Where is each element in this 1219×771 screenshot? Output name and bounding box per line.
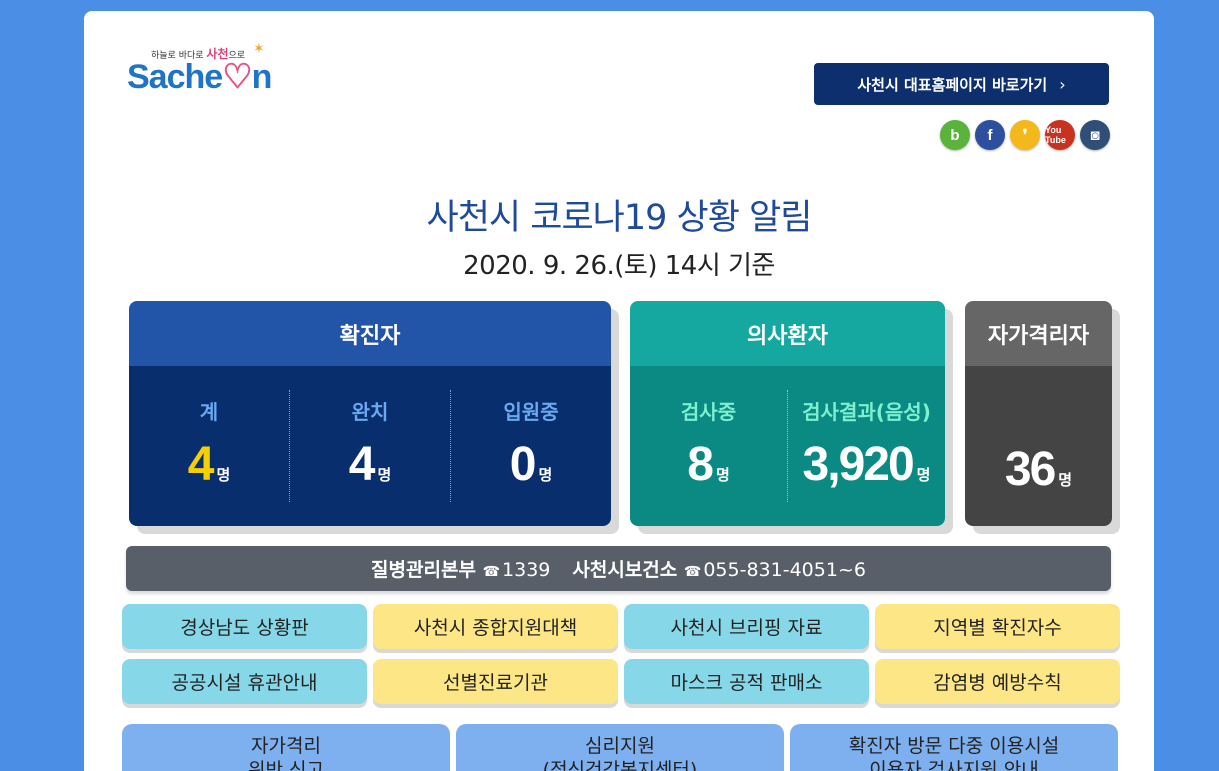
social-links: b f ❜ You Tube ◙: [940, 120, 1110, 150]
link-quarantine-violation-report[interactable]: 자가격리 위반 신고: [122, 724, 450, 771]
kcdc-hotline[interactable]: 질병관리본부 ☎ 1339: [371, 555, 550, 582]
link-facility-closures[interactable]: 공공시설 휴관안내: [122, 659, 367, 704]
kakaostory-icon[interactable]: ❜: [1010, 120, 1040, 150]
self-quarantine-panel: 자가격리자 36 명: [965, 301, 1112, 526]
homepage-link-label: 사천시 대표홈페이지 바로가기: [857, 75, 1048, 94]
stat-recovered: 완치 4명: [289, 390, 450, 502]
phone-icon: ☎: [482, 564, 501, 580]
suspected-panel: 의사환자 검사중 8명 검사결과(음성) 3,920 명: [630, 301, 945, 526]
homepage-link-button[interactable]: 사천시 대표홈페이지 바로가기 ›: [814, 63, 1109, 105]
big-links: 자가격리 위반 신고 심리지원 (정신건강복지센터) 확진자 방문 다중 이용시설 이…: [122, 724, 1119, 771]
self-quarantine-header: 자가격리자: [965, 301, 1112, 366]
stat-value: 4: [187, 438, 215, 491]
stat-hospitalized: 입원중 0명: [450, 390, 611, 502]
facebook-icon[interactable]: f: [975, 120, 1005, 150]
logo-wordmark: Sache♡n: [127, 58, 272, 96]
link-briefing[interactable]: 사천시 브리핑 자료: [624, 604, 869, 649]
stat-self-quarantine: 36 명: [1004, 443, 1073, 496]
link-regional-cases[interactable]: 지역별 확진자수: [875, 604, 1120, 649]
sacheon-logo[interactable]: 하늘로 바다로 사천으로 ✶ Sache♡n: [127, 41, 287, 101]
band-icon[interactable]: b: [940, 120, 970, 150]
stat-negative: 검사결과(음성) 3,920 명: [787, 390, 945, 502]
phone-icon: ☎: [683, 564, 702, 580]
main-card: 하늘로 바다로 사천으로 ✶ Sache♡n 사천시 대표홈페이지 바로가기 ›…: [84, 11, 1154, 771]
page-title: 사천시 코로나19 상황 알림: [426, 198, 813, 238]
stat-value: 36: [1004, 443, 1056, 496]
stat-value: 3,920: [802, 438, 915, 491]
link-visitor-testing-guide[interactable]: 확진자 방문 다중 이용시설 이용자 검사지원 안내: [790, 724, 1118, 771]
link-support-measures[interactable]: 사천시 종합지원대책: [373, 604, 618, 649]
stat-value: 8: [687, 438, 714, 491]
as-of-date: 2020. 9. 26.(토) 14시 기준: [463, 251, 775, 281]
chevron-right-icon: ›: [1059, 74, 1066, 94]
link-prevention-rules[interactable]: 감염병 예방수칙: [875, 659, 1120, 704]
link-mental-health-support[interactable]: 심리지원 (정신건강복지센터): [456, 724, 784, 771]
suspected-header: 의사환자: [630, 301, 945, 366]
stat-total: 계 4명: [187, 400, 231, 491]
quick-links: 경상남도 상황판 사천시 종합지원대책 사천시 브리핑 자료 지역별 확진자수 …: [122, 604, 1120, 704]
stat-value: 0: [509, 438, 537, 491]
instagram-icon[interactable]: ◙: [1080, 120, 1110, 150]
link-mask-sellers[interactable]: 마스크 공적 판매소: [624, 659, 869, 704]
hotline-bar: 질병관리본부 ☎ 1339 사천시보건소 ☎ 055-831-4051~6: [126, 546, 1111, 591]
confirmed-header: 확진자: [129, 301, 611, 366]
stat-value: 4: [348, 438, 376, 491]
health-center-hotline[interactable]: 사천시보건소 ☎ 055-831-4051~6: [572, 555, 866, 582]
youtube-icon[interactable]: You Tube: [1045, 120, 1075, 150]
link-screening-clinics[interactable]: 선별진료기관: [373, 659, 618, 704]
star-icon: ✶: [253, 41, 265, 57]
link-gyeongnam-dashboard[interactable]: 경상남도 상황판: [122, 604, 367, 649]
stat-testing: 검사중 8명: [680, 400, 737, 491]
confirmed-panel: 확진자 계 4명 완치 4명 입원중 0명: [129, 301, 611, 526]
